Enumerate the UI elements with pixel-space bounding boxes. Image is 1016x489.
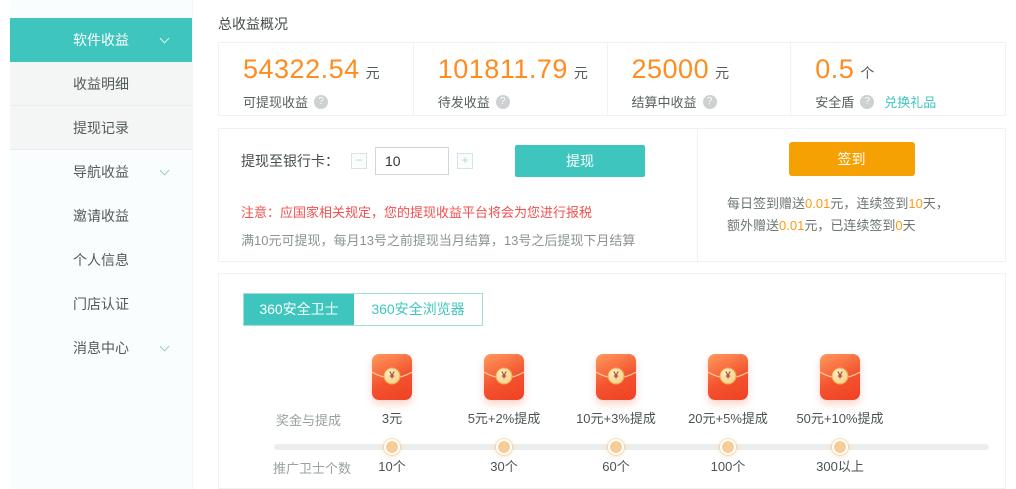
stat-value: 25000 [632,54,710,84]
stat-unit: 元 [715,65,729,81]
milestone-dot [608,439,624,455]
coin-icon: ¥ [496,368,513,385]
tier-count-label: 10个 [336,456,448,475]
red-envelope-icon: ¥ [484,354,524,400]
signin-section: 签到 每日签到赠送0.01元，连续签到10天， 额外赠送0.01元，已连续签到0… [697,129,1005,261]
tier-count-label: 60个 [560,456,672,475]
sidebar-item-personal-info[interactable]: 个人信息 [10,238,192,282]
tier-bonus-label: 20元+5%提成 [672,408,784,427]
coin-icon: ¥ [720,368,737,385]
stat-withdrawable-earnings: 54322.54 元 可提现收益 ? [219,43,413,115]
sidebar-item-label: 邀请收益 [73,208,129,224]
milestone-dot [720,439,736,455]
chevron-down-icon [160,166,170,176]
red-envelope-icon: ¥ [820,354,860,400]
help-icon[interactable]: ? [314,95,328,109]
sidebar-item-label: 门店认证 [73,296,129,312]
tier-bonus-label: 50元+10%提成 [784,408,896,427]
withdraw-signin-card: 提现至银行卡： − + 提现 注意：应国家相关规定，您的提现收益平台将会为您进行… [218,128,1006,262]
chevron-down-icon [160,34,170,44]
tier-envelope: ¥ [336,354,448,400]
help-icon[interactable]: ? [703,95,717,109]
milestone-dot [832,439,848,455]
coin-icon: ¥ [832,368,849,385]
stat-unit: 元 [574,65,588,81]
tier-envelope: ¥ [560,354,672,400]
withdraw-amount-input[interactable] [375,147,449,175]
earnings-dashboard: 软件收益 收益明细 提现记录 导航收益 邀请收益 个人信息 门店认证 消息中心 … [0,0,1016,489]
sidebar-item-nav-earnings[interactable]: 导航收益 [10,150,192,194]
sidebar: 软件收益 收益明细 提现记录 导航收益 邀请收益 个人信息 门店认证 消息中心 [10,0,193,489]
main-content: 总收益概况 54322.54 元 可提现收益 ? 101811.79 元 待发收益 … [218,0,1006,489]
stat-unit: 元 [366,65,380,81]
stat-pending-earnings: 101811.79 元 待发收益 ? [413,43,607,115]
signin-line-2: 额外赠送0.01元，已连续签到0天 [727,215,1005,237]
signin-description: 每日签到赠送0.01元，连续签到10天， 额外赠送0.01元，已连续签到0天 [727,193,1005,237]
signin-line-1: 每日签到赠送0.01元，连续签到10天， [727,193,1005,215]
help-icon[interactable]: ? [860,95,874,109]
sidebar-item-label: 个人信息 [73,252,129,268]
tab-360-browser[interactable]: 360安全浏览器 [354,294,482,325]
tier-envelope: ¥ [784,354,896,400]
red-envelope-icon: ¥ [596,354,636,400]
sidebar-item-label: 提现记录 [73,120,129,136]
stat-label: 结算中收益 [632,92,697,111]
tier-bonus-label: 5元+2%提成 [448,408,560,427]
red-envelope-icon: ¥ [708,354,748,400]
stat-unit: 个 [860,65,874,81]
product-tabs: 360安全卫士 360安全浏览器 [243,293,483,326]
coin-icon: ¥ [608,368,625,385]
stat-settling-earnings: 25000 元 结算中收益 ? [607,43,791,115]
withdraw-rules: 满10元可提现，每月13号之前提现当月结算，13号之后提现下月结算 [241,230,697,249]
tab-360-safeguard[interactable]: 360安全卫士 [244,294,354,325]
withdraw-button[interactable]: 提现 [515,145,645,177]
bonus-row-label: 奖金与提成 [276,410,341,429]
withdraw-section: 提现至银行卡： − + 提现 注意：应国家相关规定，您的提现收益平台将会为您进行… [219,129,697,261]
help-icon[interactable]: ? [496,95,510,109]
sidebar-item-label: 收益明细 [73,76,129,92]
tax-notice: 注意：应国家相关规定，您的提现收益平台将会为您进行报税 [241,202,697,221]
signin-button[interactable]: 签到 [789,142,915,176]
stat-label: 待发收益 [438,92,490,111]
stat-value: 54322.54 [243,54,360,84]
sidebar-item-message-center[interactable]: 消息中心 [10,326,192,370]
promotion-card: 360安全卫士 360安全浏览器 奖金与提成 推广卫士个数 ¥ ¥ [218,273,1006,489]
tier-bonus-label: 10元+3%提成 [560,408,672,427]
milestone-dot [496,439,512,455]
stat-label: 可提现收益 [243,92,308,111]
milestone-dot [384,439,400,455]
stat-label: 安全盾 [815,92,854,111]
coin-icon: ¥ [384,368,401,385]
stat-value: 101811.79 [438,54,568,84]
red-envelope-icon: ¥ [372,354,412,400]
total-earnings-card: 54322.54 元 可提现收益 ? 101811.79 元 待发收益 ? 2500… [218,42,1006,116]
tier-count-label: 30个 [448,456,560,475]
sidebar-item-software-earnings[interactable]: 软件收益 [10,18,192,62]
sidebar-item-withdraw-records[interactable]: 提现记录 [10,106,192,150]
sidebar-item-label: 消息中心 [73,340,129,356]
tier-envelope: ¥ [672,354,784,400]
tier-count-label: 300以上 [784,456,896,475]
milestone-track [274,444,989,450]
sidebar-item-label: 导航收益 [73,164,129,180]
stat-value: 0.5 [815,54,854,84]
tier-count-label: 100个 [672,456,784,475]
tier-bonus-label: 3元 [336,408,448,427]
minus-button[interactable]: − [351,153,367,169]
sidebar-item-earnings-detail[interactable]: 收益明细 [10,62,192,106]
amount-stepper: − + [351,147,473,175]
withdraw-target-label: 提现至银行卡： [241,151,339,171]
tier-envelope: ¥ [448,354,560,400]
stat-security-shield: 0.5 个 安全盾 ? 兑换礼品 [790,43,1005,115]
redeem-gift-link[interactable]: 兑换礼品 [884,92,936,111]
chevron-down-icon [160,342,170,352]
sidebar-item-store-certification[interactable]: 门店认证 [10,282,192,326]
page-title: 总收益概况 [218,14,288,34]
sidebar-item-invite-earnings[interactable]: 邀请收益 [10,194,192,238]
plus-button[interactable]: + [457,153,473,169]
sidebar-item-label: 软件收益 [73,32,129,48]
